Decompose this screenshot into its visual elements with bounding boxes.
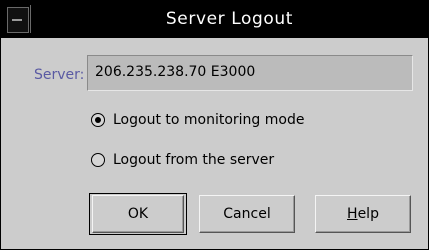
help-button[interactable]: Help bbox=[315, 195, 411, 233]
cancel-button[interactable]: Cancel bbox=[199, 195, 295, 233]
radio-logout-server[interactable]: Logout from the server bbox=[91, 152, 274, 168]
ok-button[interactable]: OK bbox=[92, 195, 184, 233]
server-value: 206.235.238.70 E3000 bbox=[95, 64, 256, 80]
server-field: 206.235.238.70 E3000 bbox=[87, 55, 413, 91]
server-logout-dialog: Server Logout Server: 206.235.238.70 E30… bbox=[0, 0, 429, 250]
title-bar[interactable]: Server Logout bbox=[1, 1, 428, 38]
window-title: Server Logout bbox=[165, 9, 294, 29]
radio-button-selected[interactable] bbox=[91, 113, 105, 127]
radio-label-server: Logout from the server bbox=[113, 152, 275, 168]
help-mnemonic: H bbox=[347, 206, 358, 222]
server-label: Server: bbox=[34, 67, 85, 83]
radio-button-unselected[interactable] bbox=[91, 153, 105, 167]
radio-logout-monitoring[interactable]: Logout to monitoring mode bbox=[91, 112, 304, 128]
window-menu-icon[interactable] bbox=[7, 7, 29, 33]
help-label-rest: elp bbox=[357, 206, 379, 222]
radio-label-monitoring: Logout to monitoring mode bbox=[113, 112, 305, 128]
